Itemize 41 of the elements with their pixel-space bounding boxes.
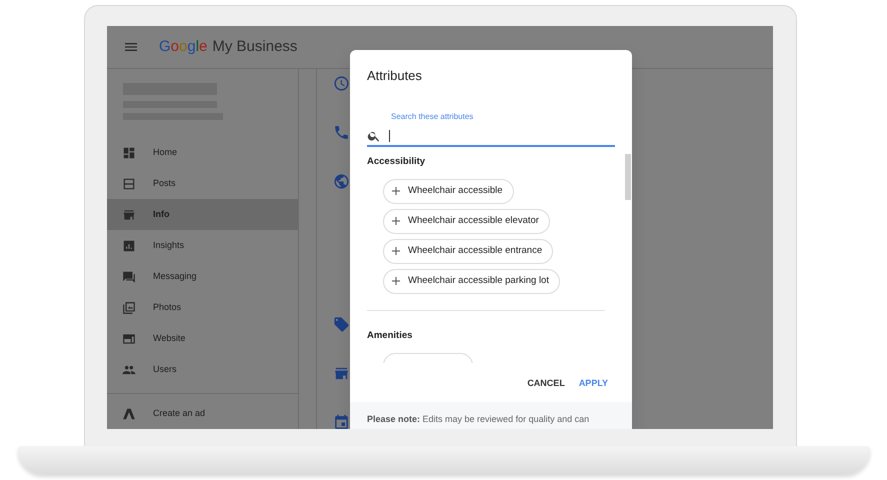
cancel-button[interactable]: CANCEL [527,374,565,392]
attribute-chip[interactable]: Wheelchair accessible [383,178,514,204]
browser-icon [122,332,136,346]
plus-icon [390,275,402,288]
google-logo: Google [159,36,208,57]
clock-icon [333,75,350,92]
apply-button[interactable]: APPLY [578,374,608,392]
sidebar-item[interactable]: Website [107,323,298,354]
attribute-chip[interactable]: Wheelchair accessible parking lot [383,268,560,294]
section-title: Amenities [367,328,414,343]
sidebar-item[interactable]: Photos [107,292,298,324]
sidebar-item[interactable]: Insights [107,230,298,262]
dashboard-icon [122,146,136,160]
chart-icon [122,238,136,253]
phone-icon [333,124,350,141]
product-name: My Business [212,36,298,57]
sidebar-item[interactable]: Posts [107,168,298,200]
photo-icon [122,300,136,315]
plus-icon [390,185,402,198]
plus-icon [390,215,402,228]
section-title: Accessibility [367,154,426,168]
tag-icon [333,316,350,333]
note-text: Please note: Edits may be reviewed for quality and can [350,402,632,429]
globe-icon [333,173,350,190]
chat-icon [122,270,136,284]
plus-icon [390,245,402,258]
sidebar-item[interactable]: Users [107,354,298,386]
calendar-icon [333,414,350,429]
sidebar-item[interactable]: Messaging [107,261,298,292]
triangle-icon [122,406,136,420]
sidebar-item[interactable]: Home [107,137,298,168]
search-label: Search these attributes [390,110,474,122]
post-icon [122,176,136,191]
dialog-title: Attributes [366,67,423,85]
attribute-chip[interactable]: Wheelchair accessible elevator [383,208,550,234]
store-icon [122,208,136,222]
store-icon [333,365,350,382]
sidebar-item[interactable]: Create an ad [107,398,298,429]
attribute-chip[interactable]: Wheelchair accessible entrance [383,238,554,264]
sidebar-item[interactable]: Info [107,199,298,230]
scrollbar-thumb[interactable] [625,154,631,200]
